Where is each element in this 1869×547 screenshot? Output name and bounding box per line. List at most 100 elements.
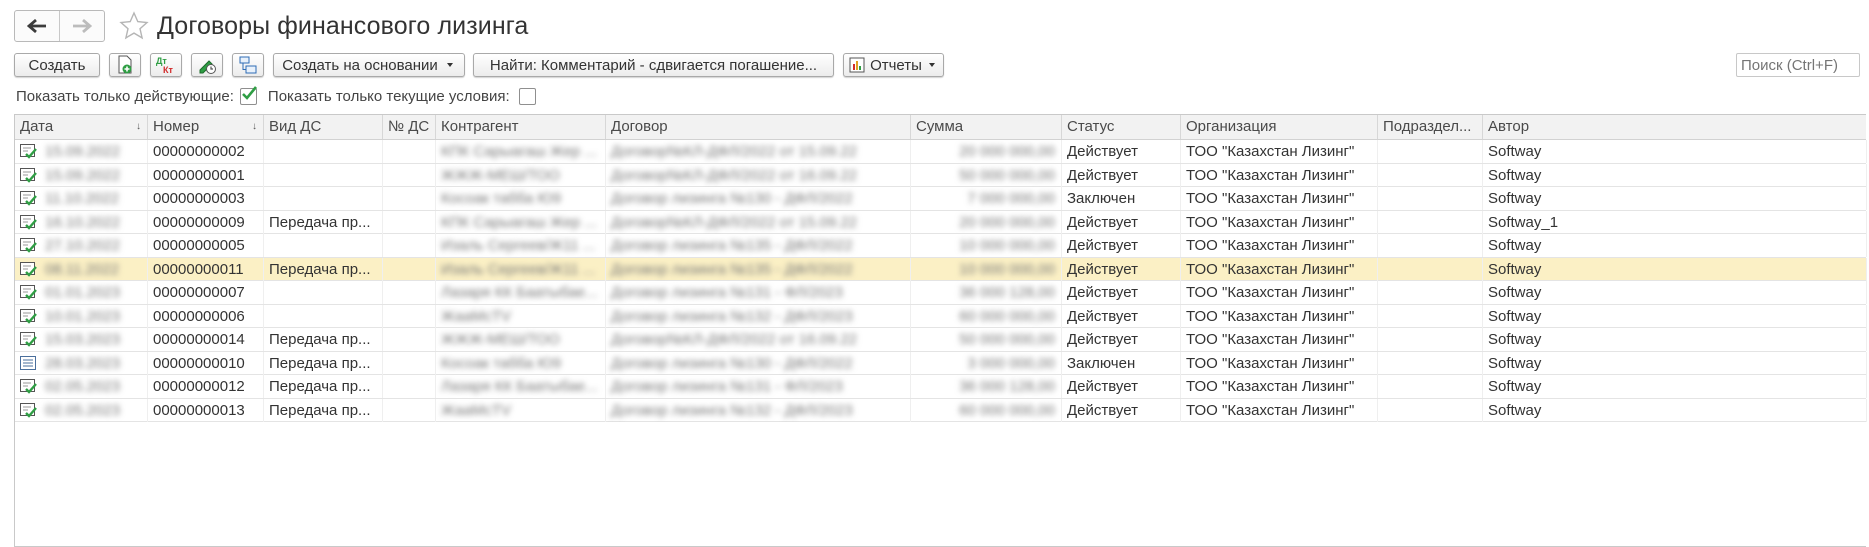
add-doc-button[interactable] (109, 53, 141, 77)
cell-status: Действует (1062, 140, 1181, 163)
table-row[interactable]: 10.01.2023 00000000006 ЖааМсТV Договор лизи… (15, 304, 1867, 328)
cell-contract: Договор лизинга №130 - ДФЛ/2022 (606, 187, 911, 210)
column-header-organization[interactable]: Организация (1181, 115, 1378, 139)
kind-text: Передача пр... (269, 213, 371, 231)
create-based-on-button[interactable]: Создать на основании (273, 53, 465, 77)
org-text: ТОО "Казахстан Лизинг" (1186, 331, 1355, 348)
cell-number: 00000000003 (148, 187, 264, 210)
author-text: Softway (1488, 190, 1542, 207)
cell-ds-no (383, 328, 436, 351)
active-only-checkbox[interactable] (239, 85, 257, 105)
cell-sum: 7 000 000,00 (911, 187, 1062, 210)
column-header-date[interactable]: Дата ↓ (15, 115, 148, 139)
table-row[interactable]: 15.03.2023 00000000014 Передача пр... ЖЖЖ-М… (15, 328, 1867, 352)
column-header-sum[interactable]: Сумма (911, 115, 1062, 139)
sort-down-icon: ↓ (136, 121, 141, 132)
org-text: ТОО "Казахстан Лизинг" (1186, 284, 1355, 301)
table-row[interactable]: 27.10.2022 00000000005 Изаль Сергеев/Ж11 .… (15, 234, 1867, 258)
column-header-kind[interactable]: Вид ДС (264, 115, 383, 139)
forward-button[interactable] (59, 11, 104, 41)
cell-status: Действует (1062, 398, 1181, 422)
contract-text: Договор лизинга №130 - ДФЛ/2022 (611, 354, 853, 372)
status-text: Действует (1067, 284, 1138, 301)
table-row[interactable]: 15.09.2022 00000000001 ЖЖЖ-МЕШ/ТОО Договор№… (15, 163, 1867, 187)
structure-button[interactable] (232, 53, 264, 77)
cell-author: Softway (1483, 234, 1867, 257)
table-row[interactable]: 15.09.2022 00000000002 КПК Сарыагаш Жер ..… (15, 140, 1867, 164)
table-row[interactable]: 08.11.2022 00000000011 Передача пр... Изаль… (15, 257, 1867, 281)
counterparty-text: Лазаря КК Баатыбае... (441, 378, 598, 395)
org-text: ТОО "Казахстан Лизинг" (1186, 354, 1355, 372)
status-text: Действует (1067, 378, 1138, 395)
table-row[interactable]: 02.05.2023 00000000013 Передача пр... ЖааМс… (15, 398, 1867, 422)
contract-text: Договор№КЛ-ДФЛ/2022 от 15.09.22 (611, 143, 858, 160)
column-header-counterparty[interactable]: Контрагент (436, 115, 606, 139)
current-terms-label: Показать только текущие условия: (267, 87, 510, 105)
edit-history-button[interactable] (191, 53, 223, 77)
cell-contract: Договор лизинга №132 - ДФЛ/2023 (606, 398, 911, 422)
cell-contract: Договор лизинга №132 - ДФЛ/2023 (606, 304, 911, 328)
find-button[interactable]: Найти: Комментарий - сдвигается погашени… (473, 53, 834, 77)
author-text: Softway (1488, 284, 1542, 301)
column-header-department[interactable]: Подраздел... (1378, 115, 1483, 139)
cell-number: 00000000002 (148, 140, 264, 163)
column-header-contract[interactable]: Договор (606, 115, 911, 139)
current-terms-checkbox[interactable] (518, 87, 536, 105)
number-text: 00000000010 (153, 354, 245, 372)
cell-date: 11.10.2022 (15, 187, 148, 210)
number-text: 00000000002 (153, 143, 245, 160)
cell-ds-no (383, 304, 436, 328)
cell-contract: Договор лизинга №131 - ФЛ/2023 (606, 281, 911, 304)
table-row[interactable]: 28.03.2023 00000000010 Передача пр... Косоа… (15, 351, 1867, 375)
create-based-on-label: Создать на основании (282, 56, 438, 74)
column-header-ds-no[interactable]: № ДС (383, 115, 436, 139)
number-text: 00000000012 (153, 378, 245, 395)
column-header-status[interactable]: Статус (1062, 115, 1181, 139)
cell-author: Softway_1 (1483, 210, 1867, 234)
cell-number: 00000000006 (148, 304, 264, 328)
nav-button-group (14, 10, 105, 42)
contract-text: Договор лизинга №130 - ДФЛ/2022 (611, 190, 853, 207)
create-button[interactable]: Создать (14, 53, 100, 77)
favorite-star-icon[interactable] (119, 11, 149, 41)
cell-contract: Договор№КЛ-ДФЛ/2022 от 16.09.22 (606, 163, 911, 187)
author-text: Softway (1488, 378, 1542, 395)
column-header-number[interactable]: Номер ↓ (148, 115, 264, 139)
cell-kind: Передача пр... (264, 328, 383, 351)
number-text: 00000000003 (153, 190, 245, 207)
arrow-right-icon (73, 19, 92, 33)
table-row[interactable]: 11.10.2022 00000000003 Косоак табба Ю9 Дого… (15, 187, 1867, 211)
sum-text: 20 000 000,00 (959, 213, 1055, 231)
table-row[interactable]: 16.10.2022 00000000009 Передача пр... КПК С… (15, 210, 1867, 234)
cell-kind (264, 234, 383, 257)
table-row[interactable]: 01.01.2023 00000000007 Лазаря КК Баатыбае.… (15, 281, 1867, 305)
dt-kt-button[interactable]: Дт Кт (150, 53, 182, 77)
title-bar: Договоры финансового лизинга (14, 10, 528, 42)
doc-list-icon (19, 355, 37, 375)
search-input[interactable] (1736, 53, 1860, 77)
cell-kind (264, 163, 383, 187)
cell-date: 15.09.2022 (15, 140, 148, 163)
counterparty-text: Изаль Сергеев/Ж11 ... (441, 237, 596, 254)
cell-status: Действует (1062, 210, 1181, 234)
date-text: 01.01.2023 (45, 284, 121, 301)
cell-number: 00000000009 (148, 210, 264, 234)
author-text: Softway (1488, 307, 1542, 325)
column-header-author[interactable]: Автор (1483, 115, 1867, 139)
reports-button[interactable]: Отчеты (843, 53, 944, 77)
cell-author: Softway (1483, 351, 1867, 375)
cell-dept (1378, 187, 1483, 210)
table-row[interactable]: 02.05.2023 00000000012 Передача пр... Лазар… (15, 375, 1867, 399)
cell-org: ТОО "Казахстан Лизинг" (1181, 210, 1378, 234)
active-only-label: Показать только действующие: (16, 87, 234, 105)
cell-sum: 60 000 000,00 (911, 398, 1062, 422)
status-text: Действует (1067, 260, 1138, 278)
cell-counterparty: КПК Сарыагаш Жер ... (436, 140, 606, 163)
cell-kind: Передача пр... (264, 351, 383, 375)
back-button[interactable] (15, 11, 59, 41)
author-text: Softway_1 (1488, 213, 1559, 231)
org-text: ТОО "Казахстан Лизинг" (1186, 143, 1355, 160)
status-text: Действует (1067, 213, 1138, 231)
cell-kind: Передача пр... (264, 375, 383, 398)
org-text: ТОО "Казахстан Лизинг" (1186, 237, 1355, 254)
